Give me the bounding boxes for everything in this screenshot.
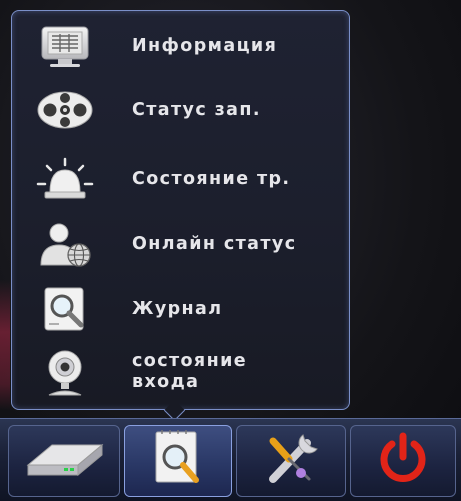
menu-item-label: Онлайн статус [132,233,297,254]
menu-item-label: Состояние тр. [132,168,291,189]
menu-item-alarm-status[interactable]: Состояние тр. [30,151,340,207]
tools-button[interactable] [236,425,346,497]
search-log-icon [148,428,208,494]
menu-item-input-status[interactable]: состояние входа [30,344,340,400]
menu-item-record-status[interactable]: Статус зап. [30,82,340,138]
log-magnifier-icon [30,281,100,337]
menu-item-information[interactable]: Информация [30,18,340,74]
menu-item-label: Статус зап. [132,99,261,120]
menu-item-label: состояние входа [132,351,247,392]
online-user-globe-icon [30,216,100,272]
background-glow [0,280,10,410]
power-button[interactable] [350,425,456,497]
menu-item-log[interactable]: Журнал [30,281,340,337]
info-monitor-icon [30,18,100,74]
menu-item-label: Журнал [132,298,223,319]
power-icon [375,431,431,491]
search-log-button[interactable] [124,425,232,497]
taskbar [0,418,461,501]
menu-item-label: Информация [132,35,278,56]
menu-item-online-status[interactable]: Онлайн статус [30,216,340,272]
film-reel-icon [30,82,100,138]
tools-icon [259,429,323,493]
hdd-button[interactable] [8,425,120,497]
alarm-siren-icon [30,151,100,207]
webcam-icon [30,344,100,400]
hdd-icon [22,435,106,487]
